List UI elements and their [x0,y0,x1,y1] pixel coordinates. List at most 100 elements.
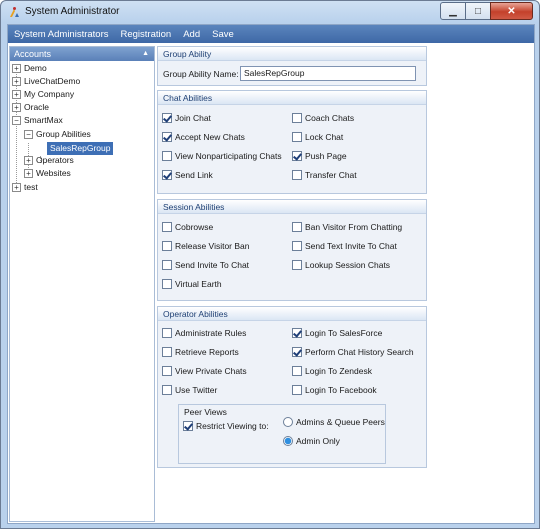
radio-selected-icon [283,435,293,446]
maximize-button[interactable]: □ [465,2,491,20]
accept-new-chats-checkbox[interactable]: Accept New Chats [162,130,245,143]
operator-abilities-header: Operator Abilities [158,307,426,321]
coach-chats-checkbox[interactable]: Coach Chats [292,111,354,124]
minimize-icon: ▁ [449,5,457,17]
virtual-earth-checkbox[interactable]: Virtual Earth [162,277,222,290]
view-nonparticipating-chats-checkbox[interactable]: View Nonparticipating Chats [162,149,282,162]
checkbox-unchecked-icon [162,240,172,251]
chat-abilities-section: Chat Abilities Join Chat Coach Chats Acc… [157,90,427,194]
restrict-viewing-checkbox[interactable]: Restrict Viewing to: [183,419,269,432]
client-area: System Administrators Registration Add S… [7,24,535,524]
expand-my-company-icon[interactable]: + [12,90,21,99]
cobrowse-checkbox[interactable]: Cobrowse [162,220,213,233]
accounts-header-label: Accounts [14,49,52,59]
checkbox-unchecked-icon [162,365,172,376]
checkbox-unchecked-icon [162,327,172,338]
send-invite-checkbox[interactable]: Send Invite To Chat [162,258,249,271]
checkbox-unchecked-icon [292,131,302,142]
checkbox-unchecked-icon [162,346,172,357]
title-bar: System Administrator ▁ □ ✕ [1,1,539,24]
tree-node-group-abilities[interactable]: Group Abilities [36,128,91,141]
ban-visitor-checkbox[interactable]: Ban Visitor From Chatting [292,220,402,233]
join-chat-checkbox[interactable]: Join Chat [162,111,211,124]
app-icon [10,7,19,17]
tree-node-test[interactable]: test [24,181,38,194]
group-ability-header: Group Ability [158,47,426,61]
close-button[interactable]: ✕ [490,2,533,20]
details-pane: Group Ability Group Ability Name: SalesR… [157,46,532,522]
accounts-header[interactable]: Accounts ▲ [10,47,154,61]
menu-system-administrators[interactable]: System Administrators [14,29,109,40]
operator-abilities-section: Operator Abilities Administrate Rules Lo… [157,306,427,468]
login-facebook-checkbox[interactable]: Login To Facebook [292,383,377,396]
use-twitter-checkbox[interactable]: Use Twitter [162,383,217,396]
checkbox-checked-icon [292,346,302,357]
expand-livechatdemo-icon[interactable]: + [12,77,21,86]
checkbox-unchecked-icon [292,259,302,270]
group-ability-name-input[interactable]: SalesRepGroup [240,66,416,81]
login-zendesk-checkbox[interactable]: Login To Zendesk [292,364,372,377]
administrate-rules-checkbox[interactable]: Administrate Rules [162,326,246,339]
chat-history-search-checkbox[interactable]: Perform Chat History Search [292,345,414,358]
checkbox-checked-icon [292,150,302,161]
release-visitor-ban-checkbox[interactable]: Release Visitor Ban [162,239,250,252]
checkbox-unchecked-icon [292,112,302,123]
checkbox-unchecked-icon [292,221,302,232]
tree-node-livechatdemo[interactable]: LiveChatDemo [24,75,80,88]
checkbox-checked-icon [183,420,193,431]
admin-only-radio[interactable]: Admin Only [283,434,340,447]
collapse-smartmax-icon[interactable]: − [12,116,21,125]
menu-bar: System Administrators Registration Add S… [8,25,534,43]
maximize-icon: □ [474,5,482,17]
tree-node-operators[interactable]: Operators [36,154,74,167]
view-private-chats-checkbox[interactable]: View Private Chats [162,364,247,377]
expand-test-icon[interactable]: + [12,183,21,192]
push-page-checkbox[interactable]: Push Page [292,149,347,162]
accounts-pane: Accounts ▲ + Demo + LiveChatDemo + My Co… [9,46,155,522]
group-ability-section: Group Ability Group Ability Name: SalesR… [157,46,427,86]
group-ability-name-label: Group Ability Name: [163,69,239,79]
session-abilities-header: Session Abilities [158,200,426,214]
checkbox-unchecked-icon [162,259,172,270]
close-icon: ✕ [507,5,516,17]
checkbox-unchecked-icon [162,278,172,289]
send-text-invite-checkbox[interactable]: Send Text Invite To Chat [292,239,397,252]
transfer-chat-checkbox[interactable]: Transfer Chat [292,168,357,181]
send-link-checkbox[interactable]: Send Link [162,168,213,181]
collapse-up-icon[interactable]: ▲ [142,47,149,61]
expand-oracle-icon[interactable]: + [12,103,21,112]
radio-unselected-icon [283,416,293,427]
menu-registration[interactable]: Registration [121,29,172,40]
expand-websites-icon[interactable]: + [24,169,33,178]
lookup-session-chats-checkbox[interactable]: Lookup Session Chats [292,258,390,271]
checkbox-unchecked-icon [292,240,302,251]
menu-save[interactable]: Save [212,29,234,40]
peer-views-group: Peer Views Restrict Viewing to: Admins &… [178,404,386,464]
tree-node-demo[interactable]: Demo [24,62,47,75]
checkbox-checked-icon [292,327,302,338]
checkbox-unchecked-icon [292,384,302,395]
chat-abilities-header: Chat Abilities [158,91,426,105]
collapse-group-abilities-icon[interactable]: − [24,130,33,139]
session-abilities-section: Session Abilities Cobrowse Ban Visitor F… [157,199,427,301]
window-controls: ▁ □ ✕ [440,2,533,20]
tree-node-my-company[interactable]: My Company [24,88,74,101]
expand-demo-icon[interactable]: + [12,64,21,73]
tree-node-oracle[interactable]: Oracle [24,101,49,114]
retrieve-reports-checkbox[interactable]: Retrieve Reports [162,345,239,358]
admins-queue-peers-radio[interactable]: Admins & Queue Peers [283,415,385,428]
checkbox-checked-icon [162,131,172,142]
menu-add[interactable]: Add [183,29,200,40]
checkbox-unchecked-icon [292,365,302,376]
expand-operators-icon[interactable]: + [24,156,33,165]
minimize-button[interactable]: ▁ [440,2,466,20]
checkbox-unchecked-icon [292,169,302,180]
tree-node-websites[interactable]: Websites [36,167,71,180]
checkbox-unchecked-icon [162,150,172,161]
lock-chat-checkbox[interactable]: Lock Chat [292,130,343,143]
main-window: System Administrator ▁ □ ✕ System Admini… [0,0,540,529]
checkbox-checked-icon [162,112,172,123]
tree-node-smartmax[interactable]: SmartMax [24,114,63,127]
login-salesforce-checkbox[interactable]: Login To SalesForce [292,326,382,339]
checkbox-unchecked-icon [162,384,172,395]
